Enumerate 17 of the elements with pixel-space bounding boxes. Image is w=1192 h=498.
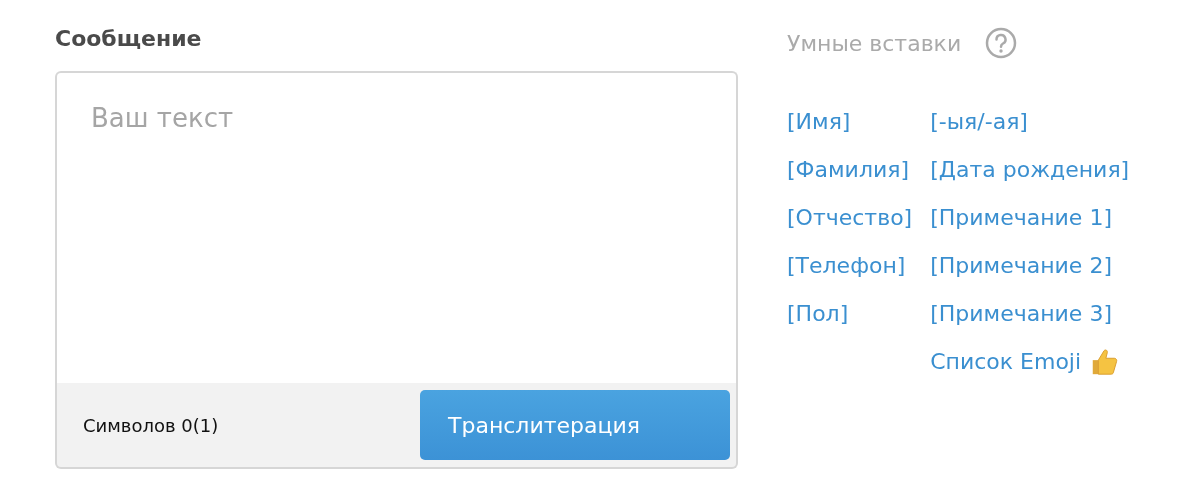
character-counter: Символов 0(1): [83, 414, 219, 436]
insert-link[interactable]: [Отчество]: [787, 194, 913, 242]
help-icon[interactable]: [985, 27, 1018, 59]
insert-link[interactable]: [Примечание 3]: [930, 290, 1130, 338]
insert-link[interactable]: [-ыя/-ая]: [930, 98, 1130, 146]
insert-link[interactable]: [Телефон]: [787, 242, 913, 290]
insert-link[interactable]: [Фамилия]: [787, 146, 913, 194]
insert-link[interactable]: [Имя]: [787, 98, 913, 146]
insert-link[interactable]: [Примечание 2]: [930, 242, 1130, 290]
message-field[interactable]: Ваш текст: [55, 71, 738, 383]
transliteration-button[interactable]: Транслитерация: [420, 390, 730, 460]
emoji-list-link[interactable]: Список Emoji: [930, 338, 1082, 386]
field-label: Сообщение: [55, 26, 203, 53]
insert-link[interactable]: [Примечание 1]: [930, 194, 1130, 242]
section-title: Умные вставки: [787, 30, 962, 56]
insert-link[interactable]: [Дата рождения]: [930, 146, 1130, 194]
insert-link[interactable]: [Пол]: [787, 290, 913, 338]
